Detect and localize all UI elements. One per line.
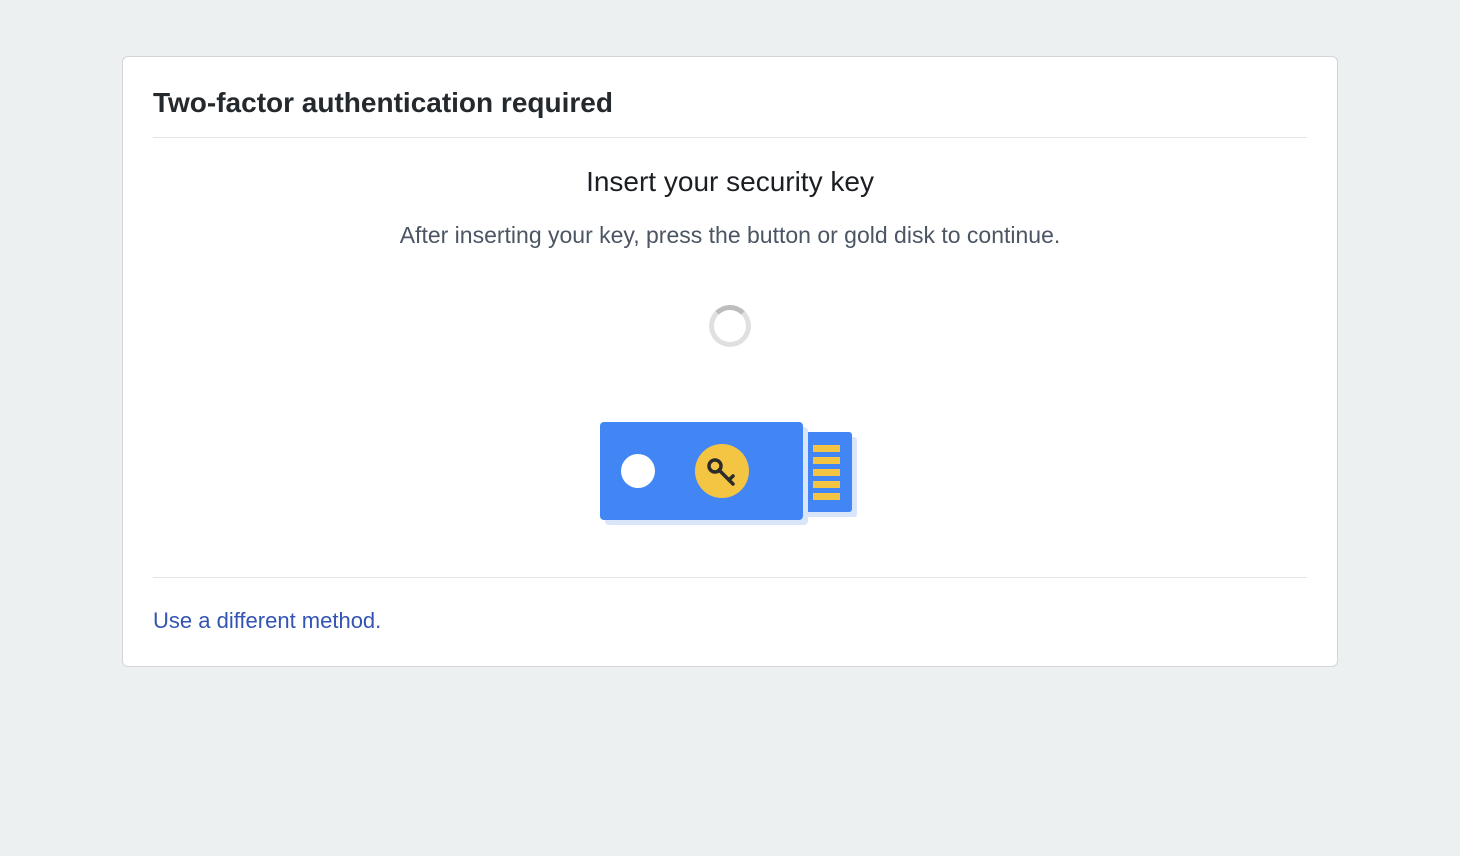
insert-key-heading: Insert your security key [153, 166, 1307, 198]
card-title: Two-factor authentication required [153, 87, 1307, 138]
spinner-icon [709, 305, 751, 347]
card-content: Insert your security key After inserting… [153, 138, 1307, 577]
security-key-icon [600, 417, 860, 537]
loading-indicator [153, 305, 1307, 347]
instruction-text: After inserting your key, press the butt… [153, 222, 1307, 249]
two-factor-card: Two-factor authentication required Inser… [122, 56, 1338, 667]
card-footer: Use a different method. [153, 577, 1307, 644]
security-key-illustration [153, 417, 1307, 537]
use-different-method-link[interactable]: Use a different method. [153, 608, 381, 633]
